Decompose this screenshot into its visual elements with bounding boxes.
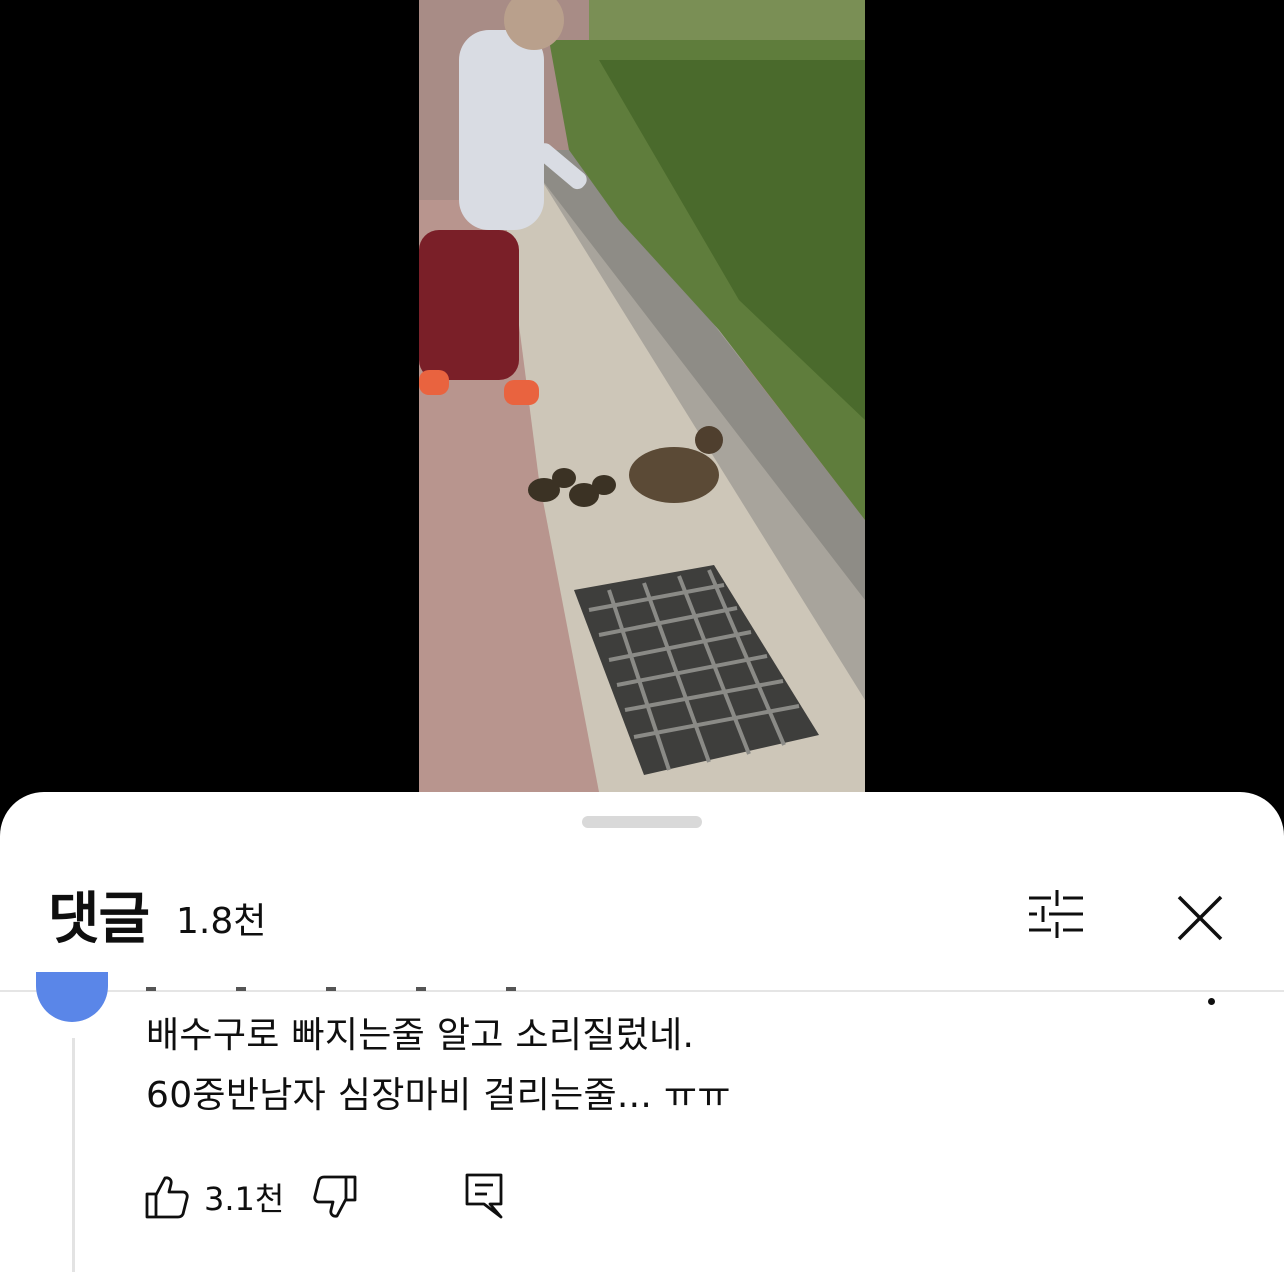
thread-line <box>72 1038 75 1272</box>
reply-icon <box>465 1173 503 1219</box>
comments-count: 1.8천 <box>176 901 267 942</box>
dislike-button[interactable] <box>312 1172 362 1222</box>
reply-button[interactable] <box>464 1170 508 1222</box>
comment-line: 배수구로 빠지는줄 알고 소리질렀네. <box>146 1015 695 1056</box>
comment-author-clipped <box>146 976 666 992</box>
avatar[interactable] <box>36 972 108 1022</box>
comments-panel: 댓글 1.8천 배수구로 빠지는줄 알고 소리질렀네. 60중반남자 심장마비 … <box>0 792 1284 1272</box>
comment-text: 배수구로 빠지는줄 알고 소리질렀네. 60중반남자 심장마비 걸리는줄... … <box>146 1006 1146 1126</box>
more-vertical-icon[interactable] <box>1208 998 1215 1005</box>
comment-line: 60중반남자 심장마비 걸리는줄... ㅠㅠ <box>146 1075 731 1116</box>
like-count: 3.1천 <box>204 1180 285 1218</box>
thumbs-up-icon <box>145 1176 189 1219</box>
video-frame <box>419 0 865 792</box>
drag-handle[interactable] <box>582 816 702 828</box>
comments-title: 댓글 <box>48 887 150 952</box>
filter-sliders-icon <box>1029 890 1083 938</box>
video-player[interactable] <box>0 0 1284 792</box>
filter-button[interactable] <box>1020 884 1092 944</box>
close-button[interactable] <box>1166 884 1234 952</box>
close-icon <box>1177 895 1223 941</box>
like-button[interactable]: 3.1천 <box>144 1172 284 1222</box>
thumbs-down-icon <box>313 1175 357 1218</box>
video-thumbnail-image <box>419 0 865 792</box>
